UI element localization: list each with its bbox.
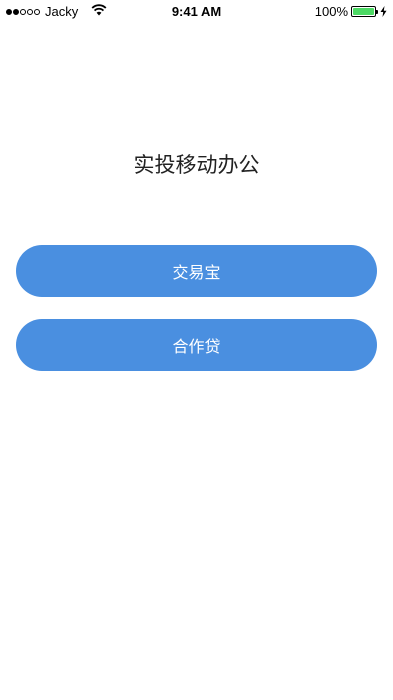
hezuodai-button[interactable]: 合作贷	[16, 319, 377, 371]
battery-percent: 100%	[314, 4, 348, 19]
status-bar: Jacky 9:41 AM 100%	[0, 0, 393, 22]
status-bar-right: 100%	[315, 4, 387, 19]
charging-icon	[380, 6, 387, 17]
battery-icon	[351, 6, 378, 17]
battery-tip	[376, 10, 378, 14]
battery-fill	[353, 8, 374, 15]
jiaoyibao-button[interactable]: 交易宝	[16, 245, 377, 297]
page-title: 实投移动办公	[133, 153, 260, 177]
